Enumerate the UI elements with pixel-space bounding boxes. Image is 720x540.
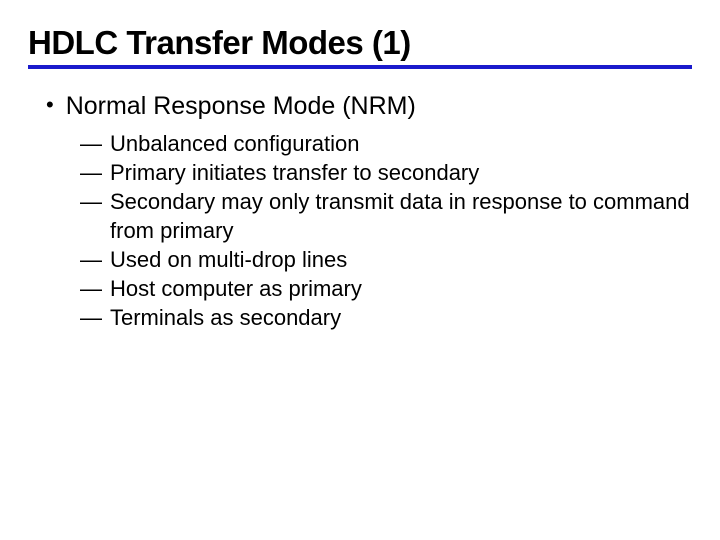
sub-text: Primary initiates transfer to secondary xyxy=(110,160,479,185)
sub-text: Used on multi-drop lines xyxy=(110,247,347,272)
sub-item: —Used on multi-drop lines xyxy=(80,245,692,274)
dash-icon: — xyxy=(80,274,110,303)
sub-item: —Terminals as secondary xyxy=(80,303,692,332)
dash-icon: — xyxy=(80,303,110,332)
sub-item: —Host computer as primary xyxy=(80,274,692,303)
sub-text: Host computer as primary xyxy=(110,276,362,301)
dash-icon: — xyxy=(80,158,110,187)
dash-icon: — xyxy=(80,129,110,158)
sub-text: Unbalanced configuration xyxy=(110,131,360,156)
sub-text: Secondary may only transmit data in resp… xyxy=(110,189,690,243)
bullet-icon: • xyxy=(46,91,54,119)
sub-list: —Unbalanced configuration —Primary initi… xyxy=(80,129,692,332)
sub-item: —Primary initiates transfer to secondary xyxy=(80,158,692,187)
sub-text: Terminals as secondary xyxy=(110,305,341,330)
dash-icon: — xyxy=(80,245,110,274)
slide-title: HDLC Transfer Modes (1) xyxy=(28,24,692,69)
sub-item: —Unbalanced configuration xyxy=(80,129,692,158)
sub-item: —Secondary may only transmit data in res… xyxy=(80,187,692,245)
bullet-text: Normal Response Mode (NRM) xyxy=(66,91,416,121)
dash-icon: — xyxy=(80,187,110,216)
bullet-item: • Normal Response Mode (NRM) xyxy=(46,91,692,121)
